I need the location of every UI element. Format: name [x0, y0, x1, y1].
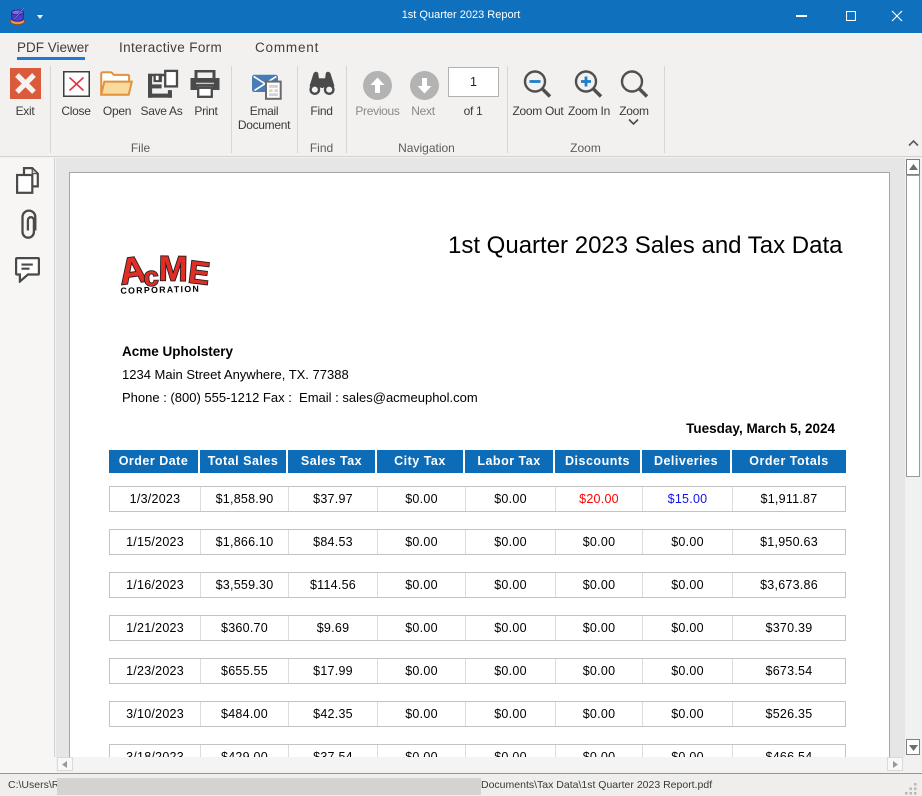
svg-text:CORPORATION: CORPORATION	[120, 284, 200, 296]
